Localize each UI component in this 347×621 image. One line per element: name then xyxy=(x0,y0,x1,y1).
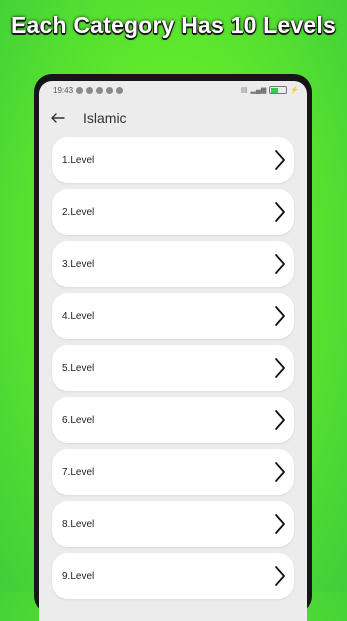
level-item-4[interactable]: 4.Level xyxy=(52,293,294,339)
signal-icon: ▂▄▆ xyxy=(250,87,267,94)
level-label: 2.Level xyxy=(62,206,95,218)
chevron-right-icon xyxy=(272,460,288,484)
level-item-5[interactable]: 5.Level xyxy=(52,345,294,391)
back-arrow-icon[interactable] xyxy=(51,111,65,125)
chevron-right-icon xyxy=(272,148,288,172)
level-list: 1.Level 2.Level 3.Level 4.Level 5.Level … xyxy=(39,137,307,599)
wifi-icon: ▤ xyxy=(240,87,248,94)
level-label: 4.Level xyxy=(62,310,95,322)
level-item-9[interactable]: 9.Level xyxy=(52,553,294,599)
level-label: 5.Level xyxy=(62,362,95,374)
chevron-right-icon xyxy=(272,200,288,224)
notification-icon xyxy=(76,86,84,94)
level-item-7[interactable]: 7.Level xyxy=(52,449,294,495)
headline: Each Category Has 10 Levels xyxy=(10,12,336,38)
level-label: 7.Level xyxy=(62,466,95,478)
chevron-right-icon xyxy=(272,408,288,432)
chevron-right-icon xyxy=(272,564,288,588)
battery-icon xyxy=(269,86,288,94)
level-label: 8.Level xyxy=(62,518,95,530)
level-item-3[interactable]: 3.Level xyxy=(52,241,294,287)
level-label: 9.Level xyxy=(62,570,95,582)
chevron-right-icon xyxy=(272,356,288,380)
level-item-2[interactable]: 2.Level xyxy=(52,189,294,235)
level-item-8[interactable]: 8.Level xyxy=(52,501,294,547)
level-item-1[interactable]: 1.Level xyxy=(52,137,294,183)
app-notification-icon xyxy=(116,86,124,94)
page-title: Islamic xyxy=(83,110,127,126)
app-notification-icon xyxy=(106,86,114,94)
level-label: 6.Level xyxy=(62,414,95,426)
phone-screen: 19:43 ▤ ▂▄▆ ⚡ Islamic 1.Level 2.Level 3.… xyxy=(39,81,307,621)
chevron-right-icon xyxy=(272,252,288,276)
status-bar: 19:43 ▤ ▂▄▆ ⚡ xyxy=(39,81,307,99)
app-notification-icon xyxy=(96,86,104,94)
status-left: 19:43 xyxy=(53,85,124,95)
chevron-right-icon xyxy=(272,512,288,536)
phone-frame: 19:43 ▤ ▂▄▆ ⚡ Islamic 1.Level 2.Level 3.… xyxy=(34,74,312,621)
level-label: 1.Level xyxy=(62,154,95,166)
chevron-right-icon xyxy=(272,304,288,328)
level-item-6[interactable]: 6.Level xyxy=(52,397,294,443)
alarm-icon xyxy=(86,86,94,94)
level-label: 3.Level xyxy=(62,258,95,270)
status-right: ▤ ▂▄▆ ⚡ xyxy=(241,86,299,94)
charging-icon: ⚡ xyxy=(290,87,299,94)
status-time: 19:43 xyxy=(53,85,74,95)
app-bar: Islamic xyxy=(39,99,307,137)
